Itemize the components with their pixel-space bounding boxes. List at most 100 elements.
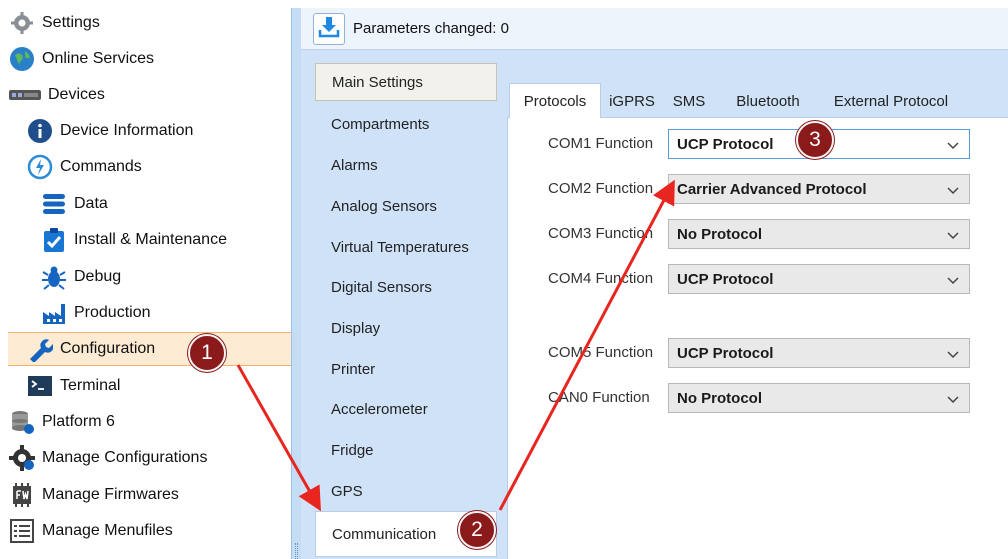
com4-function-select[interactable]: UCP Protocol <box>668 264 970 294</box>
chevron-down-icon <box>947 351 959 359</box>
category-list: Main Settings Compartments Alarms Analog… <box>315 63 497 559</box>
category-fridge[interactable]: Fridge <box>315 431 497 469</box>
callout-badge-3: 3 <box>796 121 834 159</box>
category-alarms[interactable]: Alarms <box>315 146 497 184</box>
com3-value: No Protocol <box>677 225 762 243</box>
tree-item-data[interactable]: Data <box>40 187 108 221</box>
tree-item-manage-configurations[interactable]: Manage Configurations <box>8 441 207 475</box>
download-button[interactable] <box>313 13 345 45</box>
tab-label: Protocols <box>523 92 587 110</box>
category-compartments[interactable]: Compartments <box>315 105 497 143</box>
can0-function-select[interactable]: No Protocol <box>668 383 970 413</box>
can0-label: CAN0 Function <box>548 389 650 406</box>
tree-item-production[interactable]: Production <box>40 296 151 330</box>
com3-function-select[interactable]: No Protocol <box>668 219 970 249</box>
tree-item-label: Manage Configurations <box>42 449 208 466</box>
category-virtual-temperatures[interactable]: Virtual Temperatures <box>315 228 497 266</box>
tab-sms[interactable]: SMS <box>665 84 713 118</box>
tab-label: iGPRS <box>609 92 655 110</box>
com4-row: COM4 Function UCP Protocol <box>508 264 1008 294</box>
panel-splitter[interactable] <box>291 8 301 559</box>
tree-item-label: Devices <box>48 86 105 103</box>
bug-icon <box>40 263 68 291</box>
chevron-down-icon <box>947 187 959 195</box>
protocols-tab-content: COM1 Function UCP Protocol COM2 Function… <box>507 118 1008 559</box>
chevron-down-icon <box>947 142 959 150</box>
tree-item-label: Platform 6 <box>42 413 115 430</box>
splitter-grip[interactable] <box>295 543 298 559</box>
tab-igprs[interactable]: iGPRS <box>605 84 659 118</box>
category-gps[interactable]: GPS <box>315 472 497 510</box>
tree-item-label: Terminal <box>60 377 121 394</box>
category-analog-sensors[interactable]: Analog Sensors <box>315 187 497 225</box>
clipboard-check-icon <box>40 226 68 254</box>
com4-value: UCP Protocol <box>677 270 774 288</box>
category-main-settings[interactable]: Main Settings <box>315 63 497 101</box>
tree-item-label: Online Services <box>42 50 155 67</box>
tab-bluetooth[interactable]: Bluetooth <box>723 84 813 118</box>
terminal-icon <box>26 372 54 400</box>
database-icon <box>40 190 68 218</box>
tab-protocols[interactable]: Protocols <box>509 83 601 118</box>
tree-item-settings[interactable]: Settings <box>8 6 100 40</box>
com5-row: COM5 Function UCP Protocol <box>508 338 1008 368</box>
tree-item-label: Production <box>74 304 151 321</box>
tree-item-terminal[interactable]: Terminal <box>26 369 120 403</box>
tree-item-label: Manage Firmwares <box>42 486 179 503</box>
can0-value: No Protocol <box>677 389 762 407</box>
tree-item-label: Commands <box>60 158 142 175</box>
globe-icon <box>8 45 36 73</box>
tree-item-commands[interactable]: Commands <box>26 150 142 184</box>
com5-label: COM5 Function <box>548 344 654 361</box>
tree-item-install-maintenance[interactable]: Install & Maintenance <box>40 223 227 257</box>
category-digital-sensors[interactable]: Digital Sensors <box>315 268 497 306</box>
callout-badge-1: 1 <box>188 334 226 372</box>
com3-label: COM3 Function <box>548 225 654 242</box>
category-label: Display <box>331 319 381 337</box>
callout-badge-2: 2 <box>458 511 496 549</box>
category-label: Analog Sensors <box>331 197 437 215</box>
category-label: Communication <box>332 525 437 543</box>
tree-item-online-services[interactable]: Online Services <box>8 42 154 76</box>
factory-icon <box>40 299 68 327</box>
com2-function-select[interactable]: Carrier Advanced Protocol <box>668 174 970 204</box>
category-display[interactable]: Display <box>315 309 497 347</box>
commands-icon <box>26 153 54 181</box>
category-label: Main Settings <box>332 73 423 91</box>
navigation-tree: Settings Online Services Devices Device … <box>0 0 295 559</box>
tree-item-label: Debug <box>74 268 122 285</box>
category-printer[interactable]: Printer <box>315 350 497 388</box>
com5-value: UCP Protocol <box>677 344 774 362</box>
tree-item-manage-firmwares[interactable]: Manage Firmwares <box>8 478 179 512</box>
download-icon <box>318 16 340 42</box>
configuration-panel: Parameters changed: 0 Main Settings Comp… <box>301 8 1008 559</box>
firmware-chip-icon <box>8 481 36 509</box>
tree-item-manage-menufiles[interactable]: Manage Menufiles <box>8 514 173 548</box>
com1-value: UCP Protocol <box>677 135 774 153</box>
tree-item-debug[interactable]: Debug <box>40 260 121 294</box>
tree-item-label: Data <box>74 195 108 212</box>
database-stack-icon <box>8 408 36 436</box>
category-label: Virtual Temperatures <box>331 238 469 256</box>
wrench-icon <box>26 335 54 363</box>
com4-label: COM4 Function <box>548 270 654 287</box>
chevron-down-icon <box>947 232 959 240</box>
tab-label: SMS <box>672 92 706 110</box>
menu-list-icon <box>8 517 36 545</box>
tree-item-label: Install & Maintenance <box>74 231 227 248</box>
can0-row: CAN0 Function No Protocol <box>508 383 1008 413</box>
tree-item-label: Manage Menufiles <box>42 522 173 539</box>
tab-strip: Protocols iGPRS SMS Bluetooth External P… <box>507 76 1008 118</box>
com3-row: COM3 Function No Protocol <box>508 219 1008 249</box>
tab-label: External Protocol <box>833 92 949 110</box>
tree-item-configuration[interactable]: Configuration <box>8 332 295 366</box>
category-label: Digital Sensors <box>331 278 432 296</box>
tree-item-label: Settings <box>42 14 100 31</box>
com5-function-select[interactable]: UCP Protocol <box>668 338 970 368</box>
tab-area: Protocols iGPRS SMS Bluetooth External P… <box>507 76 1008 559</box>
tab-external-protocol[interactable]: External Protocol <box>821 84 961 118</box>
tree-item-devices[interactable]: Devices <box>8 78 105 112</box>
tree-item-device-information[interactable]: Device Information <box>26 114 193 148</box>
tree-item-platform-6[interactable]: Platform 6 <box>8 405 115 439</box>
category-accelerometer[interactable]: Accelerometer <box>315 390 497 428</box>
